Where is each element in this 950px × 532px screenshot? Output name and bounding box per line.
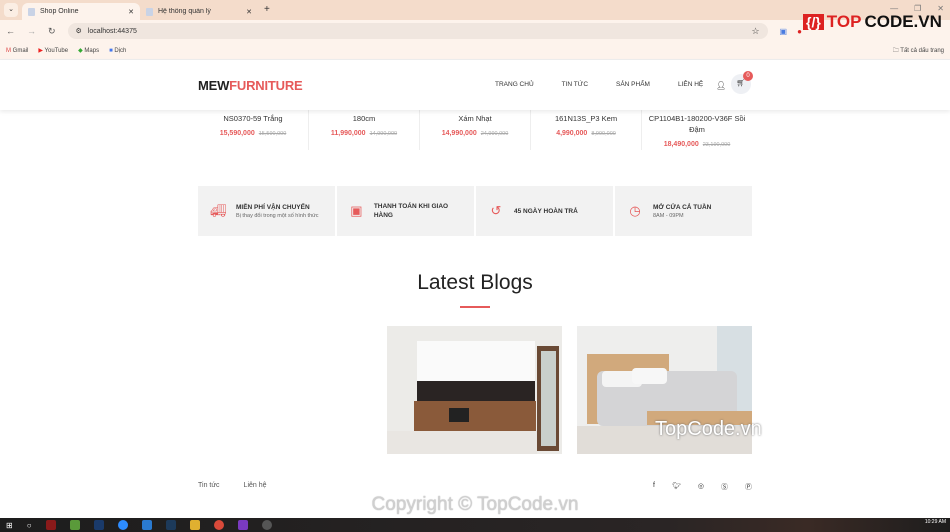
opera-icon[interactable]: ● <box>797 27 802 36</box>
close-icon[interactable]: ✕ <box>128 8 134 16</box>
product-price: 4,990,000 <box>556 130 588 137</box>
product-name: NS0370-59 Trắng <box>223 114 283 123</box>
product-name: 161N13S_P3 Kem <box>554 114 618 123</box>
title-underline <box>460 306 490 308</box>
search-icon[interactable]: ○ <box>27 521 32 530</box>
instagram-icon[interactable]: ◎ <box>698 482 704 492</box>
bookmark-maps[interactable]: ◆ Maps <box>78 47 99 54</box>
tab-shop-online[interactable]: Shop Online ✕ <box>22 3 140 20</box>
file-explorer-icon[interactable] <box>189 520 200 530</box>
product-old-price: 23,190,000 <box>702 142 731 148</box>
translate-icon[interactable]: ▣ <box>780 27 788 36</box>
cart-count-badge: 0 <box>743 71 753 81</box>
vscode-icon[interactable] <box>141 520 152 530</box>
nav-products[interactable]: SẢN PHẨM <box>616 81 650 88</box>
feature-returns: ↺ 45 NGÀY HOÀN TRẢ <box>476 186 613 236</box>
product-price: 15,590,000 <box>219 130 255 137</box>
bookmark-translate[interactable]: ■ Dịch <box>109 48 126 54</box>
truck-icon: 🚚︎ <box>210 203 227 218</box>
product-name: Xám Nhạt <box>458 114 492 123</box>
zoom-icon[interactable] <box>117 520 128 530</box>
nav-contact[interactable]: LIÊN HỆ <box>678 81 703 88</box>
main-nav: TRANG CHỦ TIN TỨC SẢN PHẨM LIÊN HỆ <box>495 81 731 88</box>
nav-news[interactable]: TIN TỨC <box>562 81 588 88</box>
product-price: 18,490,000 <box>663 141 699 148</box>
all-bookmarks[interactable]: 🗀 Tất cả dấu trang <box>893 46 944 56</box>
product-name: 180cm <box>352 114 376 123</box>
nav-home[interactable]: TRANG CHỦ <box>495 81 534 88</box>
windows-start-icon[interactable]: ⊞ <box>6 521 13 530</box>
user-icon[interactable]: 👤︎ <box>716 81 726 90</box>
product-price: 11,990,000 <box>330 130 366 137</box>
features-bar: 🚚︎ MIỄN PHÍ VẬN CHUYỂN Bị thay đổi trong m… <box>198 186 752 236</box>
undo-icon: ↺ <box>490 203 502 218</box>
product-price: 14,990,000 <box>441 130 477 137</box>
back-icon[interactable]: ← <box>6 26 15 36</box>
feature-cod: ▣ THANH TOÁN KHI GIAO HÀNG <box>337 186 474 236</box>
money-icon: ▣ <box>350 203 363 218</box>
copyright-watermark: Copyright © TopCode.vn <box>371 494 579 515</box>
page-icon <box>146 7 153 16</box>
blogs-title: Latest Blogs <box>417 271 533 294</box>
forward-icon[interactable]: → <box>27 26 36 36</box>
new-tab-button[interactable]: + <box>264 4 270 15</box>
reload-icon[interactable]: ↻ <box>48 26 56 37</box>
clock-icon: ◷ <box>629 203 641 218</box>
clock: 10:29 AM <box>924 519 946 525</box>
taskbar: ⊞ ○ 10:29 AM <box>0 518 950 532</box>
bookmark-youtube[interactable]: ▶ YouTube <box>38 47 68 54</box>
url-input[interactable]: ⚙ localhost:44375 ☆ <box>67 23 768 39</box>
feature-open-hours: ◷ MỞ CỬA CẢ TUẦN 8AM - 09PM <box>615 186 752 236</box>
obs-icon[interactable] <box>261 520 272 530</box>
site-header: MEWFURNITURE TRANG CHỦ TIN TỨC SẢN PHẨM … <box>0 60 950 110</box>
footer: Tin tức Liên hệ f 🐦︎ ◎ Ⓢ Ⓟ <box>198 482 752 492</box>
pinterest-icon[interactable]: Ⓟ <box>745 482 752 492</box>
bookmarks-bar: M Gmail ▶ YouTube ◆ Maps ■ Dịch 🗀 Tất cả… <box>0 42 950 60</box>
tab-search-button[interactable]: ⌄ <box>4 3 18 17</box>
product-old-price: 8,990,000 <box>591 131 616 137</box>
footer-link-news[interactable]: Tin tức <box>198 482 220 492</box>
product-old-price: 24,990,000 <box>480 131 509 137</box>
lightroom-icon[interactable] <box>165 520 176 530</box>
skype-icon[interactable]: Ⓢ <box>721 482 728 492</box>
product-name: CP1104B1-180200-V36F Sồi Đậm <box>648 114 746 134</box>
product-old-price: 14,990,000 <box>369 131 398 137</box>
tab-management[interactable]: Hệ thống quản lý ✕ <box>140 3 258 20</box>
photoshop-icon[interactable] <box>93 520 104 530</box>
bookmark-gmail[interactable]: M Gmail <box>6 48 28 54</box>
footer-link-contact[interactable]: Liên hệ <box>244 482 267 492</box>
logo[interactable]: MEWFURNITURE <box>198 78 303 93</box>
image-watermark: TopCode.vn <box>655 418 762 440</box>
visual-studio-icon[interactable] <box>237 520 248 530</box>
chrome-icon[interactable] <box>213 520 224 530</box>
topcode-logo-watermark: {/} TOP CODE.VN <box>803 12 942 32</box>
blog-image-kitchen[interactable] <box>387 326 562 454</box>
close-icon[interactable]: ✕ <box>246 8 252 16</box>
page-icon <box>28 7 35 16</box>
site-info-icon[interactable]: ⚙ <box>76 27 82 35</box>
cart-icon: 🛒︎ <box>736 80 746 87</box>
facebook-icon[interactable]: f <box>653 482 655 492</box>
product-old-price: 15,590,000 <box>258 131 287 137</box>
app-icon[interactable] <box>69 520 80 530</box>
star-icon[interactable]: ☆ <box>751 26 759 37</box>
twitter-icon[interactable]: 🐦︎ <box>672 482 681 492</box>
illustrator-icon[interactable] <box>45 520 56 530</box>
feature-free-shipping: 🚚︎ MIỄN PHÍ VẬN CHUYỂN Bị thay đổi trong m… <box>198 186 335 236</box>
